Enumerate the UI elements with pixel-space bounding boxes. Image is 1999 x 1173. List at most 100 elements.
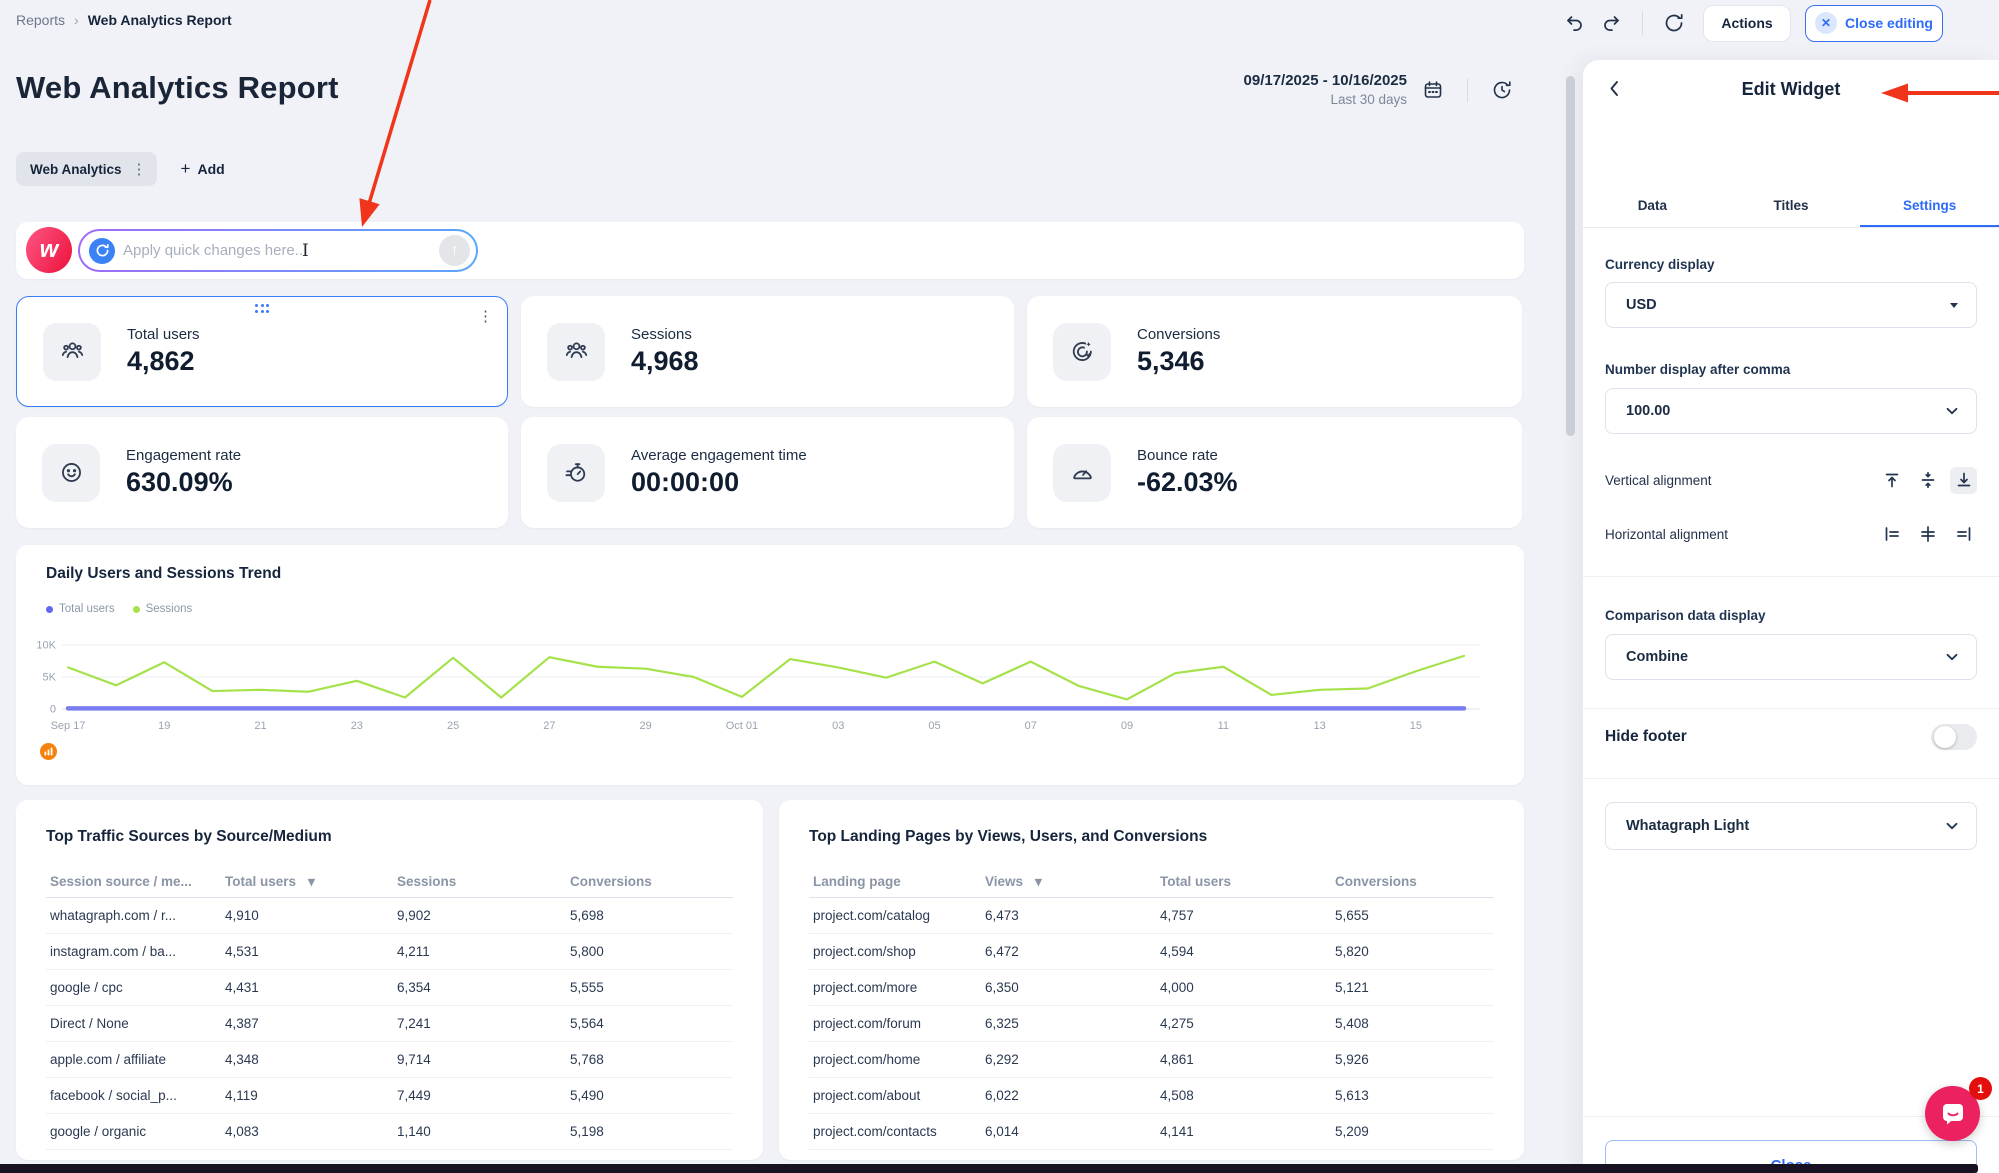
align-center-icon[interactable] bbox=[1914, 521, 1941, 548]
kpi-value: 00:00:00 bbox=[631, 467, 807, 498]
refresh-data-icon[interactable] bbox=[1661, 10, 1687, 36]
number-display-select[interactable]: 100.00 bbox=[1605, 388, 1977, 434]
column-header-conversions[interactable]: Conversions bbox=[566, 874, 733, 889]
table-cell: 5,926 bbox=[1331, 1052, 1494, 1067]
tab-settings[interactable]: Settings bbox=[1860, 188, 1999, 227]
table-row[interactable]: project.com/contacts6,0144,1415,209 bbox=[809, 1114, 1494, 1150]
actions-button[interactable]: Actions bbox=[1703, 5, 1791, 42]
tab-kebab-icon[interactable]: ⋮ bbox=[132, 162, 147, 177]
trend-chart-widget[interactable]: Daily Users and Sessions Trend Total use… bbox=[16, 545, 1524, 785]
table-row[interactable]: project.com/shop6,4724,5945,820 bbox=[809, 934, 1494, 970]
conversions-icon bbox=[1053, 323, 1111, 381]
currency-select[interactable]: USD bbox=[1605, 282, 1977, 328]
column-header-views[interactable]: Views▾ bbox=[981, 874, 1156, 890]
gauge-icon bbox=[1053, 444, 1111, 502]
align-left-icon[interactable] bbox=[1878, 521, 1905, 548]
column-header-total-users[interactable]: Total users▾ bbox=[221, 874, 393, 890]
tab-web-analytics[interactable]: Web Analytics ⋮ bbox=[16, 152, 157, 186]
sessions-line bbox=[68, 656, 1464, 700]
chevron-down-icon bbox=[1946, 407, 1958, 415]
table-row[interactable]: project.com/catalog6,4734,7575,655 bbox=[809, 898, 1494, 934]
send-arrow-button[interactable]: ↑ bbox=[439, 235, 470, 266]
vertical-alignment-row: Vertical alignment bbox=[1605, 466, 1977, 494]
panel-header: Edit Widget bbox=[1583, 74, 1999, 104]
table-row[interactable]: google / organic4,0831,1405,198 bbox=[46, 1114, 733, 1150]
column-header-landing-page[interactable]: Landing page bbox=[809, 874, 981, 889]
table-cell: google / organic bbox=[46, 1124, 221, 1139]
table-cell: 4,508 bbox=[1156, 1088, 1331, 1103]
kpi-card-average-engagement-time[interactable]: Average engagement time00:00:00 bbox=[521, 417, 1014, 528]
ai-quick-change-input[interactable] bbox=[115, 242, 439, 259]
dropdown-caret-icon bbox=[1950, 303, 1958, 308]
sort-desc-icon[interactable]: ▾ bbox=[304, 874, 315, 889]
x-tick-label: 11 bbox=[1218, 720, 1229, 732]
align-right-icon[interactable] bbox=[1950, 521, 1977, 548]
table-row[interactable]: whatagraph.com / r...4,9109,9025,698 bbox=[46, 898, 733, 934]
kpi-card-sessions[interactable]: Sessions4,968 bbox=[521, 296, 1014, 407]
align-middle-icon[interactable] bbox=[1914, 467, 1941, 494]
kpi-card-bounce-rate[interactable]: Bounce rate-62.03% bbox=[1027, 417, 1522, 528]
tab-data[interactable]: Data bbox=[1583, 188, 1722, 227]
table-row[interactable]: project.com/forum6,3254,2755,408 bbox=[809, 1006, 1494, 1042]
hide-footer-row: Hide footer bbox=[1605, 722, 1977, 752]
table-row[interactable]: facebook / social_p...4,1197,4495,490 bbox=[46, 1078, 733, 1114]
chevron-down-icon bbox=[1946, 822, 1958, 830]
theme-select[interactable]: Whatagraph Light bbox=[1605, 802, 1977, 850]
legend-item-sessions[interactable]: Sessions bbox=[133, 603, 193, 615]
redo-icon[interactable] bbox=[1598, 10, 1624, 36]
panel-title: Edit Widget bbox=[1583, 74, 1999, 104]
date-range-value: 09/17/2025 - 10/16/2025 bbox=[1244, 72, 1407, 89]
date-range-text[interactable]: 09/17/2025 - 10/16/2025 Last 30 days bbox=[1244, 72, 1407, 107]
column-header-conversions[interactable]: Conversions bbox=[1331, 874, 1494, 889]
table-cell: 5,768 bbox=[566, 1052, 733, 1067]
table-cell: 4,861 bbox=[1156, 1052, 1331, 1067]
sort-desc-icon[interactable]: ▾ bbox=[1031, 874, 1042, 889]
table-cell: 4,387 bbox=[221, 1016, 393, 1031]
hide-footer-toggle[interactable] bbox=[1931, 724, 1977, 750]
table-cell: 5,820 bbox=[1331, 944, 1494, 959]
table-row[interactable]: instagram.com / ba...4,5314,2115,800 bbox=[46, 934, 733, 970]
table-header-row: Landing pageViews▾Total usersConversions bbox=[809, 866, 1494, 898]
table-row[interactable]: project.com/more6,3504,0005,121 bbox=[809, 970, 1494, 1006]
main-scrollbar-thumb[interactable] bbox=[1566, 76, 1575, 436]
ai-input-pill[interactable]: I ↑ bbox=[78, 229, 478, 272]
column-header-session-source-me[interactable]: Session source / me... bbox=[46, 874, 221, 889]
table-cell: project.com/forum bbox=[809, 1016, 981, 1031]
undo-icon[interactable] bbox=[1562, 10, 1588, 36]
align-top-icon[interactable] bbox=[1878, 467, 1905, 494]
table-row[interactable]: Direct / None4,3877,2415,564 bbox=[46, 1006, 733, 1042]
table-row[interactable]: project.com/home6,2924,8615,926 bbox=[809, 1042, 1494, 1078]
kpi-card-conversions[interactable]: Conversions5,346 bbox=[1027, 296, 1522, 407]
close-editing-button[interactable]: ✕ Close editing bbox=[1805, 5, 1943, 42]
close-editing-label: Close editing bbox=[1845, 15, 1933, 31]
tab-titles[interactable]: Titles bbox=[1722, 188, 1861, 227]
table-widget-landing-pages[interactable]: Top Landing Pages by Views, Users, and C… bbox=[779, 800, 1524, 1160]
table-cell: 5,209 bbox=[1331, 1124, 1494, 1139]
chart-title: Daily Users and Sessions Trend bbox=[46, 565, 281, 583]
kpi-card-total-users[interactable]: ⋮Total users4,862 bbox=[16, 296, 508, 407]
back-chevron-icon[interactable] bbox=[1609, 80, 1619, 102]
breadcrumb-reports[interactable]: Reports bbox=[16, 12, 65, 28]
refresh-schedule-icon[interactable] bbox=[1489, 77, 1515, 103]
kpi-kebab-icon[interactable]: ⋮ bbox=[478, 307, 493, 325]
drag-handle-icon[interactable] bbox=[255, 304, 269, 313]
table-cell: 4,275 bbox=[1156, 1016, 1331, 1031]
table-cell: 6,354 bbox=[393, 980, 566, 995]
add-tab-button[interactable]: + Add bbox=[181, 159, 225, 179]
legend-item-total-users[interactable]: Total users bbox=[46, 603, 115, 615]
ai-quick-change-bar: w I ↑ bbox=[16, 222, 1524, 279]
comparison-select[interactable]: Combine bbox=[1605, 634, 1977, 680]
column-header-total-users[interactable]: Total users bbox=[1156, 874, 1331, 889]
align-bottom-icon[interactable] bbox=[1950, 467, 1977, 494]
bottom-strip bbox=[0, 1164, 1978, 1173]
table-row[interactable]: project.com/about6,0224,5085,613 bbox=[809, 1078, 1494, 1114]
calendar-icon[interactable] bbox=[1420, 77, 1446, 103]
table-cell: 6,472 bbox=[981, 944, 1156, 959]
toggle-knob bbox=[1934, 726, 1956, 748]
table-row[interactable]: apple.com / affiliate4,3489,7145,768 bbox=[46, 1042, 733, 1078]
horizontal-alignment-icons bbox=[1878, 521, 1977, 548]
table-row[interactable]: google / cpc4,4316,3545,555 bbox=[46, 970, 733, 1006]
column-header-sessions[interactable]: Sessions bbox=[393, 874, 566, 889]
kpi-card-engagement-rate[interactable]: Engagement rate630.09% bbox=[16, 417, 508, 528]
table-widget-traffic-sources[interactable]: Top Traffic Sources by Source/MediumSess… bbox=[16, 800, 763, 1160]
